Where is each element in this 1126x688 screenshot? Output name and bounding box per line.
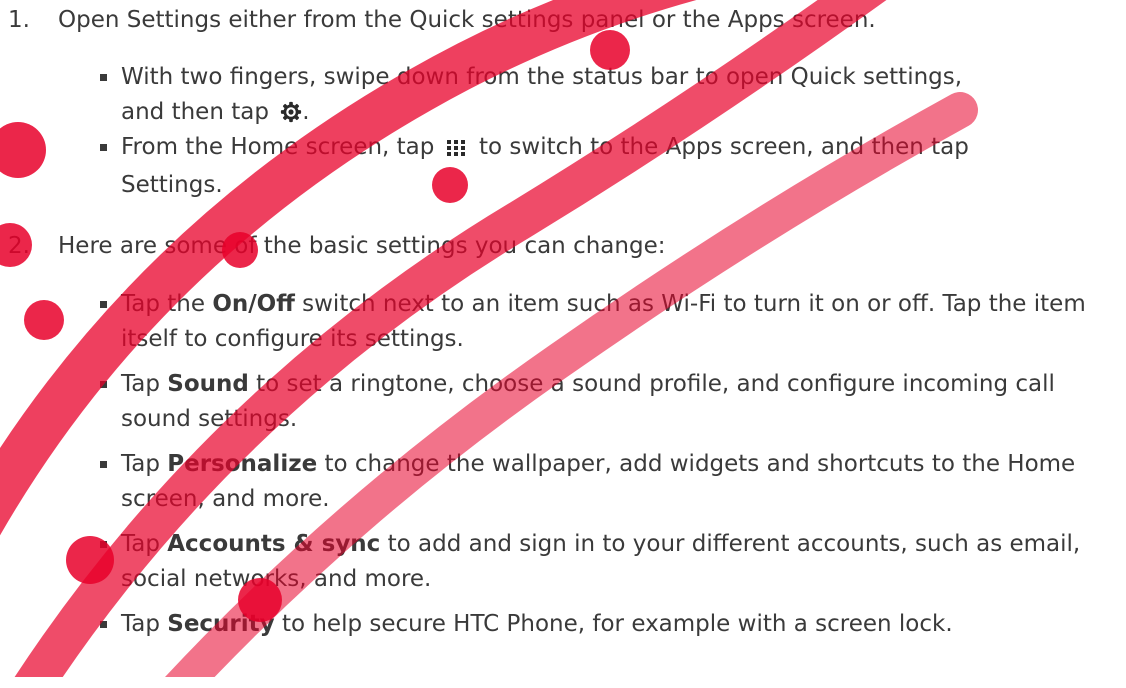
bullet-marker (100, 461, 107, 468)
setting-name-security: Security (167, 611, 275, 637)
bullet-text-period: . (215, 172, 223, 198)
bullet-text: From the Home screen, tap to switch to t… (121, 130, 1116, 203)
bullet-text-line2: and then tap (121, 99, 269, 125)
bullet-marker (100, 74, 107, 81)
step-text: Open Settings either from the Quick sett… (58, 7, 876, 33)
bullet-rest: to help secure HTC Phone, for example wi… (281, 611, 953, 637)
bullet-text-line2-end: . (302, 99, 310, 125)
bullet-rest: to set a ringtone, choose a sound profil… (121, 371, 1055, 432)
bullet-text-line1: With two fingers, swipe down from the st… (121, 64, 963, 90)
bullet-text: Tap Sound to set a ringtone, choose a so… (121, 367, 1116, 437)
bullet-text: Tap Personalize to change the wallpaper,… (121, 447, 1116, 517)
bullet-text: Tap Accounts & sync to add and sign in t… (121, 527, 1116, 597)
gear-icon (280, 99, 302, 134)
step-number: 1. (8, 7, 30, 33)
bullet-marker (100, 621, 107, 628)
apps-grid-icon (446, 133, 466, 168)
bullet-text-line1-end: to switch to the Apps screen, and then t… (479, 134, 969, 160)
document-page: 1. Open Settings either from the Quick s… (0, 0, 1126, 677)
setting-name-personalize: Personalize (167, 451, 318, 477)
step-text: Here are some of the basic settings you … (58, 233, 666, 259)
bullet-marker (100, 144, 107, 151)
bullet-marker (100, 301, 107, 308)
bullet-marker (100, 541, 107, 548)
bullet-text: With two fingers, swipe down from the st… (121, 60, 1116, 134)
bullet-prefix: Tap the (121, 291, 205, 317)
setting-name-sound: Sound (167, 371, 249, 397)
bullet-text: Tap Security to help secure HTC Phone, f… (121, 607, 1116, 642)
bullet-prefix: Tap (121, 451, 160, 477)
bullet-text: Tap the On/Off switch next to an item su… (121, 287, 1116, 357)
setting-name-accounts-sync: Accounts & sync (167, 531, 381, 557)
step-number: 2. (8, 233, 30, 259)
bullet-prefix: Tap (121, 531, 160, 557)
bullet-text-settings: Settings (121, 172, 216, 198)
setting-name-on-off: On/Off (212, 291, 295, 317)
bullet-prefix: Tap (121, 371, 160, 397)
bullet-text-line1-start: From the Home screen, tap (121, 134, 435, 160)
bullet-marker (100, 381, 107, 388)
bullet-prefix: Tap (121, 611, 160, 637)
